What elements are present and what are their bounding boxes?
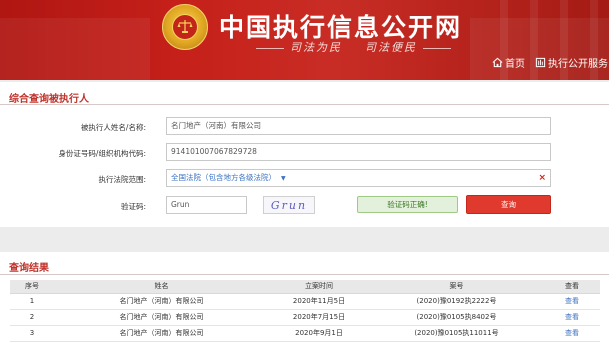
home-icon xyxy=(492,57,503,67)
table-header-row: 序号 姓名 立案时间 案号 查看 xyxy=(10,280,600,294)
clear-icon[interactable]: × xyxy=(538,170,546,186)
table-row: 1 名门地产（河南）有限公司 2020年11月5日 (2020)豫0192执22… xyxy=(10,293,600,310)
results-title: 查询结果 xyxy=(9,263,49,274)
divider xyxy=(0,104,609,105)
row-case-number: (2020)豫0105执11011号 xyxy=(369,325,544,342)
name-input[interactable]: 名门地产（河南）有限公司 xyxy=(166,117,551,135)
row-case-number: (2020)豫0105执8402号 xyxy=(369,309,544,326)
slogan: 司法为民 司法便民 xyxy=(250,39,457,55)
row-name: 名门地产（河南）有限公司 xyxy=(54,325,269,342)
search-button[interactable]: 查询 xyxy=(466,195,551,214)
service-icon xyxy=(535,57,546,67)
site-header: 中国执行信息公开网 司法为民 司法便民 首页 执行公开服务 xyxy=(0,0,609,80)
nav-execution-service-label: 执行公开服务 xyxy=(548,58,608,70)
court-emblem-icon[interactable] xyxy=(162,4,208,50)
captcha-image[interactable]: Grun xyxy=(263,196,315,214)
column-header: 案号 xyxy=(369,280,544,294)
id-label: 身份证号码/组织机构代码: xyxy=(58,149,146,158)
nav-execution-service[interactable]: 执行公开服务 xyxy=(535,55,608,70)
view-link[interactable]: 查看 xyxy=(544,309,600,326)
column-header: 序号 xyxy=(10,280,54,294)
row-number: 1 xyxy=(10,293,54,310)
captcha-ok-status: 验证码正确! xyxy=(357,196,458,213)
row-date: 2020年11月5日 xyxy=(269,293,369,310)
nav-home[interactable]: 首页 xyxy=(492,55,525,70)
court-range-value: 全国法院（包含地方各级法院） xyxy=(171,173,276,182)
column-header: 立案时间 xyxy=(269,280,369,294)
row-case-number: (2020)豫0192执2222号 xyxy=(369,293,544,310)
id-input[interactable]: 914101007067829728 xyxy=(166,143,551,161)
view-link[interactable]: 查看 xyxy=(544,325,600,342)
chevron-down-icon: ▼ xyxy=(281,175,286,182)
view-link[interactable]: 查看 xyxy=(544,293,600,310)
table-row: 3 名门地产（河南）有限公司 2020年9月1日 (2020)豫0105执110… xyxy=(10,325,600,342)
court-range-label: 执行法院范围: xyxy=(98,175,146,184)
table-row: 2 名门地产（河南）有限公司 2020年7月15日 (2020)豫0105执84… xyxy=(10,309,600,326)
row-name: 名门地产（河南）有限公司 xyxy=(54,309,269,326)
results-table: 序号 姓名 立案时间 案号 查看 1 名门地产（河南）有限公司 2020年11月… xyxy=(10,280,600,342)
row-date: 2020年7月15日 xyxy=(269,309,369,326)
slogan-right: 司法便民 xyxy=(365,41,417,54)
building-backdrop-left xyxy=(0,18,150,80)
nav-home-label: 首页 xyxy=(505,58,525,70)
divider xyxy=(0,274,609,275)
slogan-left: 司法为民 xyxy=(290,41,342,54)
column-header: 姓名 xyxy=(54,280,269,294)
captcha-input[interactable]: Grun xyxy=(166,196,247,214)
row-name: 名门地产（河南）有限公司 xyxy=(54,293,269,310)
building-backdrop-right xyxy=(470,18,609,80)
captcha-label: 验证码: xyxy=(120,202,146,211)
court-range-select[interactable]: 全国法院（包含地方各级法院） ▼ × xyxy=(166,169,551,187)
query-panel-title: 综合查询被执行人 xyxy=(9,94,89,105)
column-header: 查看 xyxy=(544,280,600,294)
row-date: 2020年9月1日 xyxy=(269,325,369,342)
row-number: 3 xyxy=(10,325,54,342)
name-label: 被执行人姓名/名称: xyxy=(80,123,146,132)
row-number: 2 xyxy=(10,309,54,326)
